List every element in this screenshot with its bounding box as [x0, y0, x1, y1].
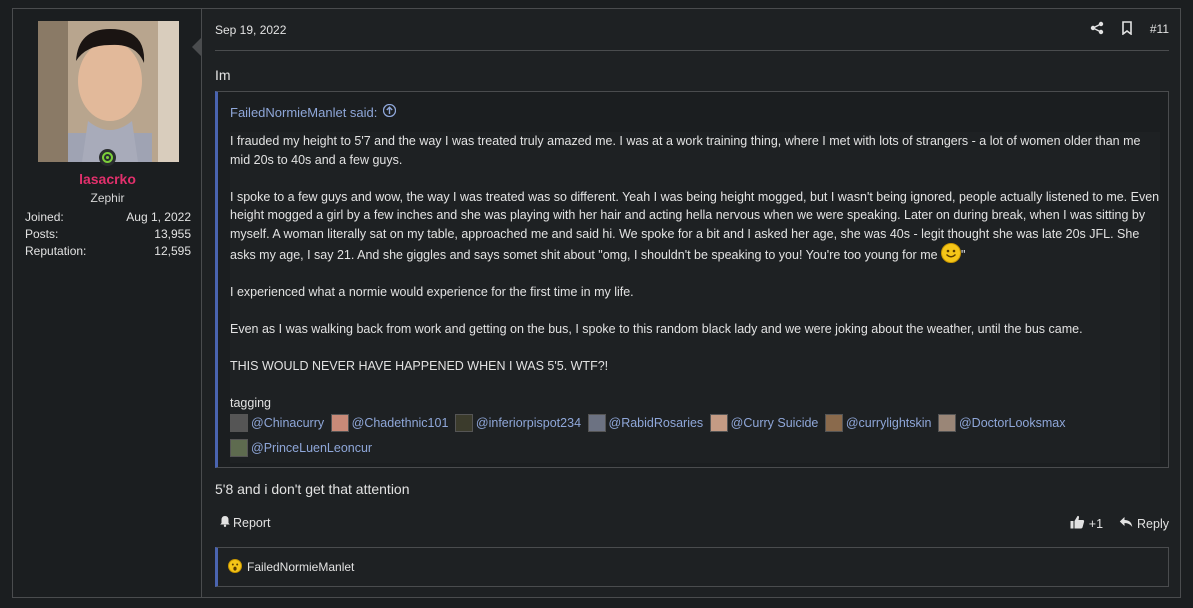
reactions-bar[interactable]: FailedNormieManlet [215, 547, 1169, 587]
post-number[interactable]: #11 [1150, 22, 1169, 36]
reply-label: Reply [1137, 516, 1169, 531]
mention-avatar [330, 413, 349, 432]
quote-block: FailedNormieManlet said: I frauded my he… [215, 91, 1169, 468]
post-actions: +1 Reply [1070, 515, 1169, 532]
post-main: Sep 19, 2022 #11 Im FailedNormieManlet s… [215, 9, 1169, 597]
mention-link[interactable]: @inferiorpispot234 [454, 413, 581, 433]
mention-link[interactable]: @Chadethnic101 [330, 413, 448, 433]
user-avatar[interactable] [38, 21, 179, 162]
mention-link[interactable]: @currylightskin [824, 413, 932, 433]
mention-link[interactable]: @Curry Suicide [709, 413, 818, 433]
tagging-label: tagging [230, 396, 272, 410]
quote-header[interactable]: FailedNormieManlet said: [218, 92, 1168, 132]
stat-joined: Joined: Aug 1, 2022 [25, 209, 191, 226]
mention-avatar [709, 413, 728, 432]
stat-value: 12,595 [154, 244, 191, 258]
quote-paragraph-text: I spoke to a few guys and wow, the way I… [230, 189, 1160, 263]
reply-text: 5'8 and i don't get that attention [215, 481, 410, 497]
bookmark-icon[interactable] [1120, 21, 1136, 37]
user-stats: Joined: Aug 1, 2022 Posts: 13,955 Reputa… [25, 209, 191, 260]
mention-avatar [587, 413, 606, 432]
stat-label: Posts: [25, 227, 59, 241]
reaction-names[interactable]: FailedNormieManlet [247, 560, 354, 574]
post-arrow [192, 37, 202, 57]
quote-close-mark: " [961, 248, 966, 262]
post-intro-text: Im [215, 67, 231, 83]
post-container: lasacrko Zephir Joined: Aug 1, 2022 Post… [12, 8, 1181, 598]
quote-paragraph: Even as I was walking back from work and… [230, 322, 1083, 336]
post-header: Sep 19, 2022 #11 [215, 21, 1169, 51]
bell-icon [219, 515, 231, 530]
quote-paragraph: I experienced what a normie would experi… [230, 285, 634, 299]
user-sidebar: lasacrko Zephir Joined: Aug 1, 2022 Post… [13, 9, 202, 597]
quote-body: I frauded my height to 5'7 and the way I… [230, 132, 1160, 463]
post-header-actions: #11 [1090, 21, 1169, 37]
post-date[interactable]: Sep 19, 2022 [215, 23, 286, 37]
share-icon[interactable] [1090, 21, 1106, 37]
stat-label: Reputation: [25, 244, 87, 258]
wow-reaction-icon [228, 558, 242, 576]
reply-icon [1119, 516, 1133, 531]
like-button[interactable]: +1 [1070, 515, 1103, 532]
mention-avatar [230, 438, 248, 457]
stat-label: Joined: [25, 210, 64, 224]
mention-avatar [824, 413, 843, 432]
stat-value: Aug 1, 2022 [126, 210, 191, 224]
stat-reputation: Reputation: 12,595 [25, 243, 191, 260]
stat-value: 13,955 [154, 227, 191, 241]
quote-paragraph: I frauded my height to 5'7 and the way I… [230, 134, 1141, 167]
username[interactable]: lasacrko [13, 171, 202, 187]
mention-link[interactable]: @PrinceLuenLeoncur [230, 438, 372, 458]
report-label: Report [233, 515, 271, 530]
mention-link[interactable]: @DoctorLooksmax [937, 413, 1065, 433]
like-count: +1 [1088, 516, 1104, 531]
mention-link[interactable]: @Chinacurry [230, 413, 324, 433]
quote-author[interactable]: FailedNormieManlet said: [230, 105, 377, 120]
mention-avatar [937, 413, 956, 432]
mention-avatar [454, 413, 473, 432]
up-arrow-icon[interactable] [383, 103, 397, 120]
report-button[interactable]: Report [219, 515, 271, 530]
stat-posts: Posts: 13,955 [25, 226, 191, 243]
user-title: Zephir [90, 191, 125, 205]
online-status-icon [99, 149, 116, 166]
quote-paragraph: I spoke to a few guys and wow, the way I… [230, 188, 1160, 265]
post-footer: Report +1 Reply [215, 513, 1169, 533]
mention-avatar [230, 413, 248, 432]
mention-link[interactable]: @RabidRosaries [587, 413, 703, 433]
smile-emoji-icon [941, 243, 962, 263]
quote-paragraph: THIS WOULD NEVER HAVE HAPPENED WHEN I WA… [230, 359, 609, 373]
mention-list: @Chinacurry @Chadethnic101 @inferiorpisp… [230, 413, 1160, 463]
reply-button[interactable]: Reply [1119, 516, 1169, 531]
thumbs-up-icon [1070, 515, 1085, 532]
